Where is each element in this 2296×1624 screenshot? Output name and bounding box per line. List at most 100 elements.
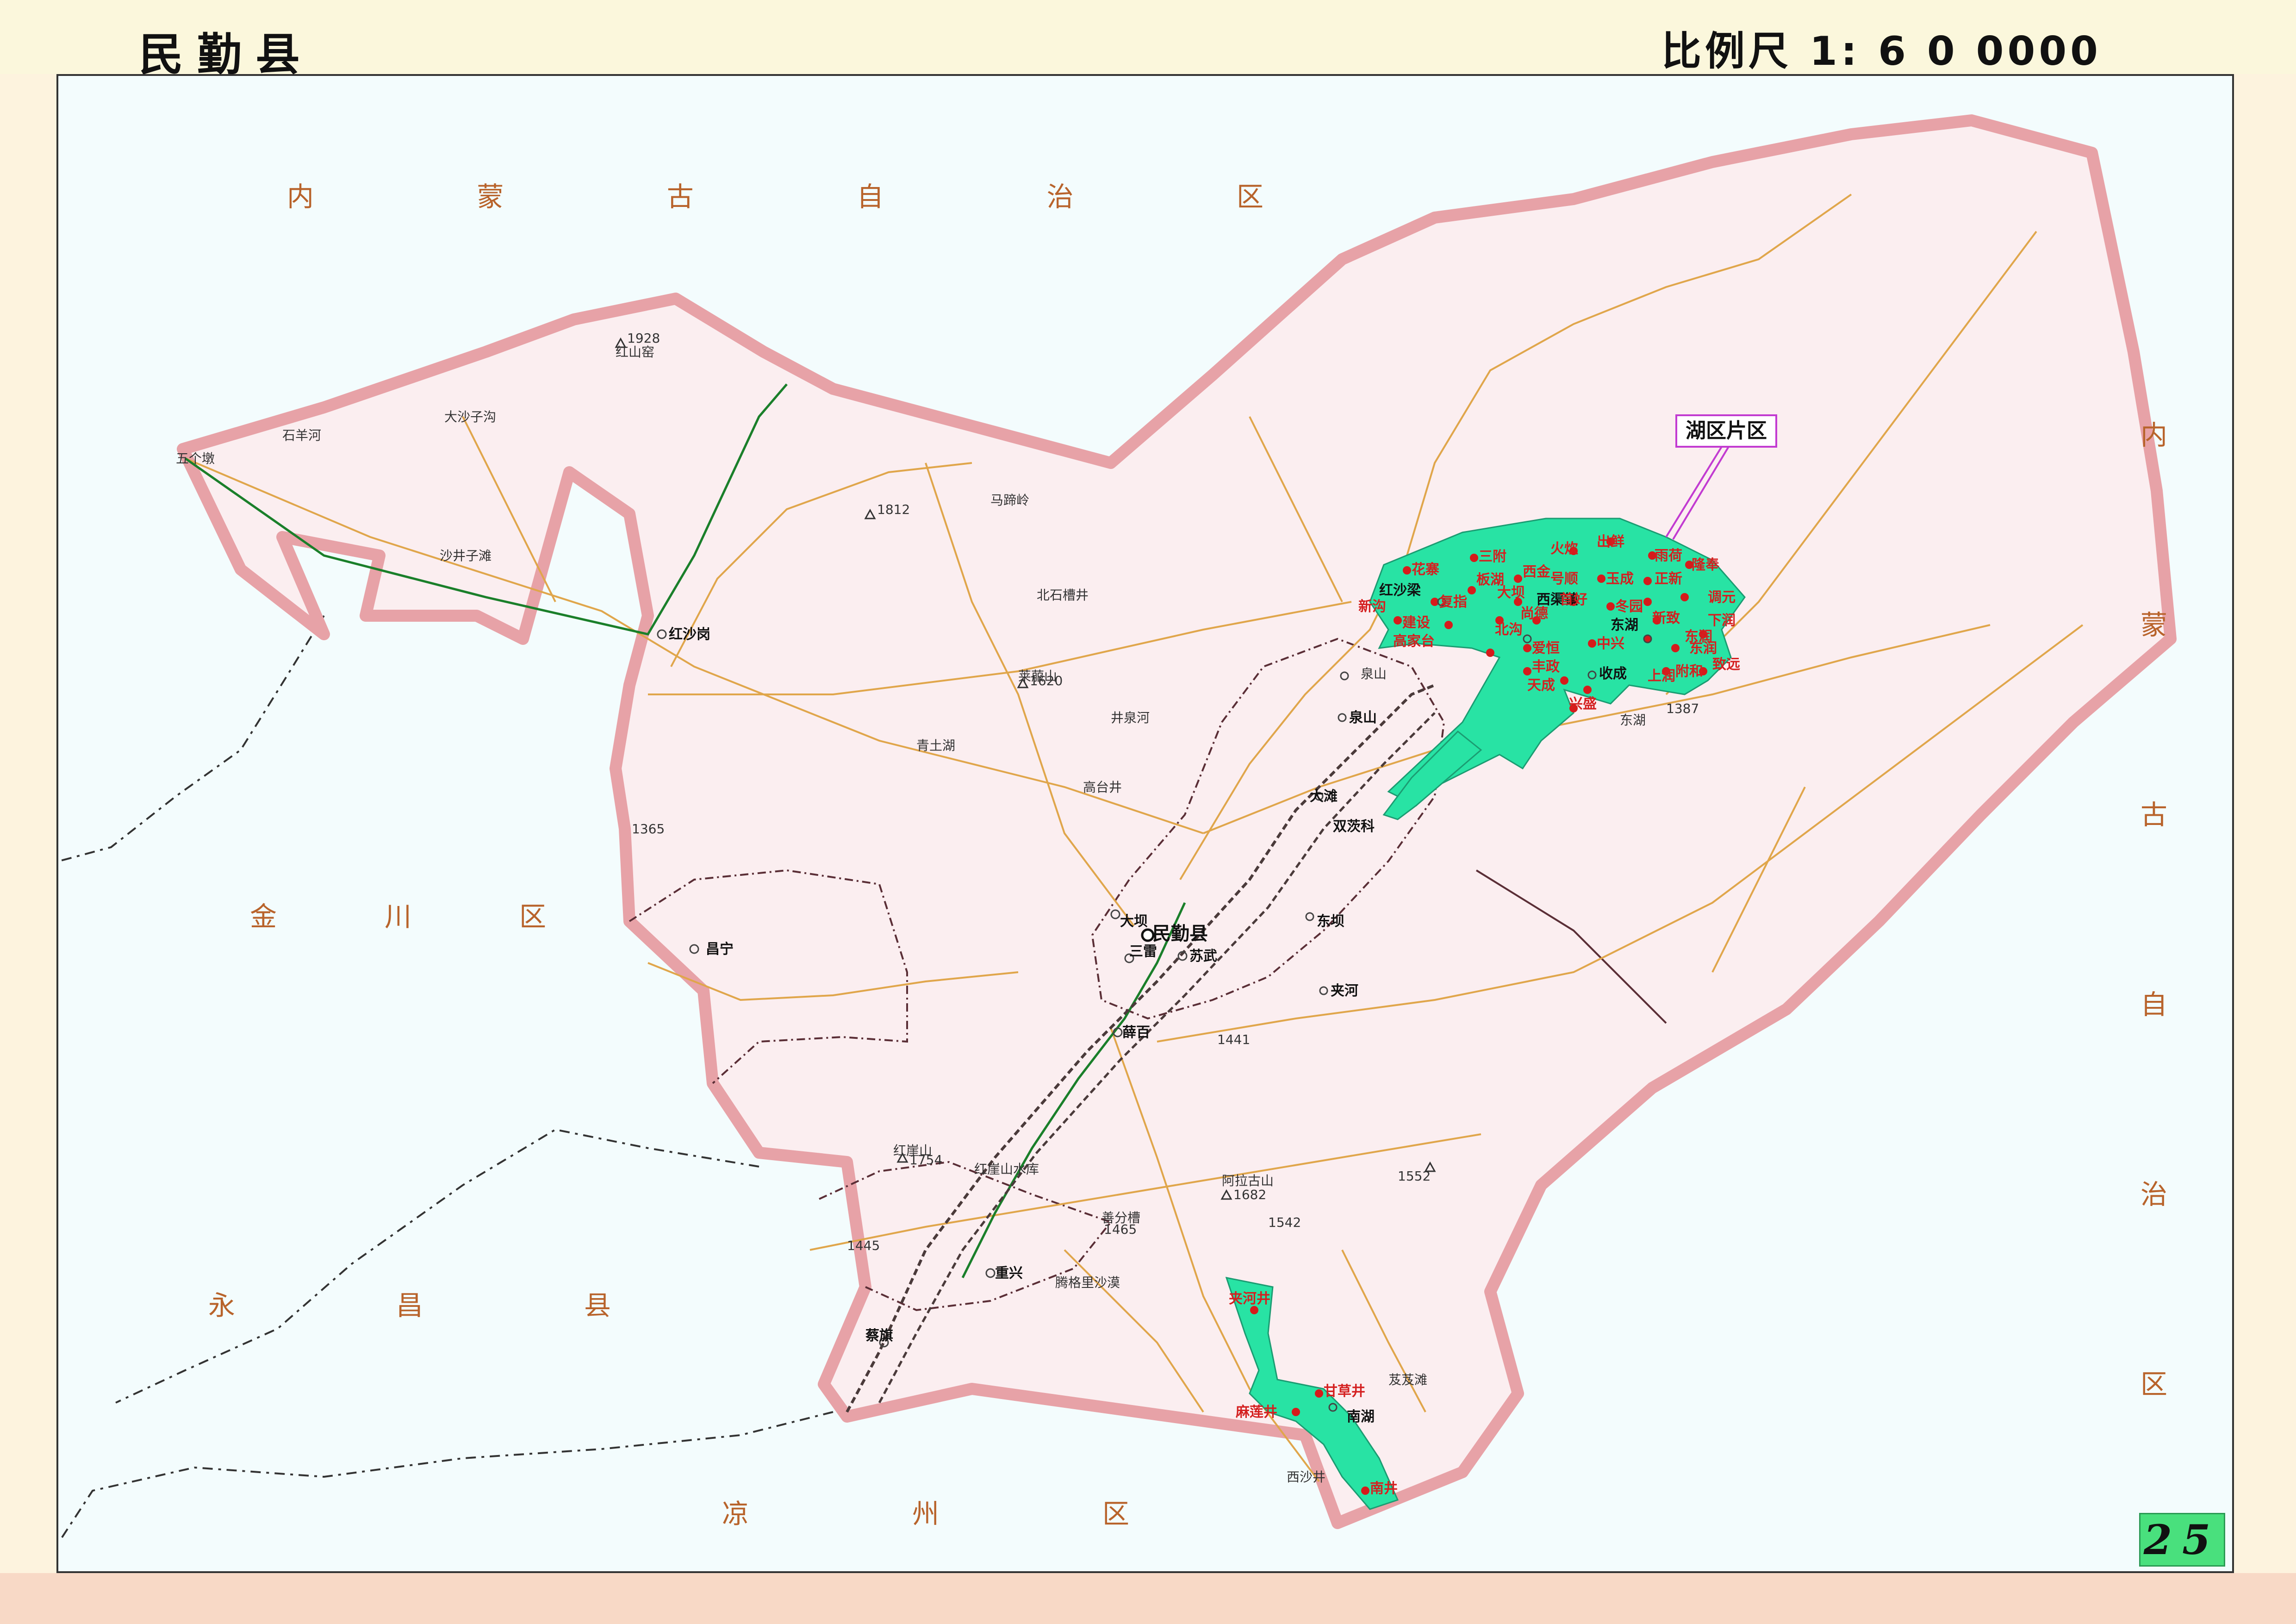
place-label: 腾格里沙漠 bbox=[1055, 1275, 1120, 1290]
page-number-badge: 25 bbox=[2139, 1513, 2225, 1567]
neighbor-label-jinchuan: 金 川 区 bbox=[250, 901, 546, 932]
place-label: 红崖山水库 bbox=[974, 1162, 1039, 1177]
place-label: 沙井子滩 bbox=[440, 548, 492, 563]
elevation-label: 1445 bbox=[847, 1238, 880, 1253]
town-label: 大坝 bbox=[1120, 913, 1148, 930]
place-label: 五个墩 bbox=[176, 451, 215, 466]
neighbor-label-liangzhou: 凉 州 区 bbox=[722, 1498, 1129, 1530]
elevation-label: 1812 bbox=[877, 502, 910, 517]
county-seat-label: 民勤县 bbox=[1152, 923, 1208, 944]
elevation-label: 1465 bbox=[1104, 1222, 1137, 1237]
place-label: 石羊河 bbox=[282, 428, 321, 443]
elevation-label: 1928 bbox=[627, 331, 660, 346]
village-label: 兴盛 bbox=[1569, 696, 1597, 712]
settlement-dot bbox=[1468, 586, 1476, 594]
village-label: 冬园 bbox=[1615, 599, 1643, 615]
village-label: 丰政 bbox=[1532, 659, 1560, 675]
place-label: 高台井 bbox=[1083, 780, 1122, 795]
neighbor-label-inner-mongolia-right: 蒙 bbox=[2140, 609, 2167, 641]
neighbor-label-inner-mongolia-right: 自 bbox=[2140, 989, 2167, 1020]
village-label: 出鲜 bbox=[1597, 534, 1624, 550]
neighbor-label-inner-mongolia-right: 治 bbox=[2140, 1179, 2167, 1210]
village-label: 东润 bbox=[1685, 629, 1712, 645]
settlement-dot bbox=[1523, 667, 1531, 675]
village-label: 高家台 bbox=[1393, 633, 1435, 650]
settlement-dot bbox=[1680, 593, 1689, 601]
settlement-dot bbox=[1560, 676, 1568, 685]
neighbor-label-inner-mongolia-right: 内 bbox=[2140, 419, 2167, 451]
place-label: 西沙井 bbox=[1287, 1469, 1325, 1485]
place-label: 大沙子沟 bbox=[444, 409, 496, 425]
town-label: 东湖 bbox=[1611, 617, 1638, 633]
town-label: 红沙梁 bbox=[1379, 582, 1421, 599]
settlement-dot bbox=[1250, 1306, 1258, 1314]
town-label: 薛百 bbox=[1122, 1024, 1150, 1041]
town-label: 泉山 bbox=[1349, 710, 1377, 726]
boundary-line-south bbox=[58, 1411, 834, 1543]
place-label: 红山窑 bbox=[616, 344, 654, 360]
settlement-dot bbox=[1597, 575, 1605, 583]
minqin-county-area bbox=[177, 114, 2177, 1529]
town-label: 南湖 bbox=[1347, 1409, 1375, 1425]
settlement-dot bbox=[1643, 598, 1652, 606]
settlement-dot bbox=[1361, 1487, 1369, 1495]
elevation-label: 1542 bbox=[1268, 1215, 1301, 1230]
town-label: 收成 bbox=[1599, 666, 1627, 682]
settlement-dot bbox=[1403, 566, 1411, 575]
town-label: 双茨科 bbox=[1333, 818, 1375, 835]
village-label: 大坝 bbox=[1497, 585, 1525, 601]
elevation-label: 1365 bbox=[632, 821, 665, 837]
county-seat-marker bbox=[1141, 928, 1155, 942]
settlement-dot bbox=[1470, 554, 1478, 562]
settlement-dot bbox=[1394, 616, 1402, 625]
village-label: 首好 bbox=[1560, 592, 1587, 608]
village-label: 三附 bbox=[1479, 549, 1506, 565]
town-label: 三雷 bbox=[1129, 943, 1157, 960]
settlement-dot bbox=[1643, 577, 1652, 585]
village-label: 西金 bbox=[1523, 564, 1551, 580]
village-label: 新致 bbox=[1652, 610, 1680, 626]
town-label: 重兴 bbox=[995, 1265, 1023, 1281]
settlement-dot bbox=[1292, 1408, 1300, 1416]
neighbor-label-inner-mongolia-top: 内 蒙 古 自 治 区 bbox=[287, 181, 1263, 212]
village-label: 致远 bbox=[1712, 656, 1740, 673]
village-label: 北沟 bbox=[1495, 622, 1523, 638]
elevation-label: 1620 bbox=[1030, 673, 1063, 688]
village-label: 火炊 bbox=[1550, 541, 1579, 557]
village-label: 下润 bbox=[1708, 612, 1736, 629]
town-label: 夹河 bbox=[1331, 983, 1358, 999]
village-label: 中兴 bbox=[1597, 636, 1624, 652]
place-label: 青土湖 bbox=[916, 738, 955, 753]
village-label: 附和 bbox=[1675, 663, 1703, 680]
boundary-line-southwest bbox=[115, 1128, 759, 1404]
village-label: 新沟 bbox=[1358, 599, 1386, 615]
elevation-label: 1552 bbox=[1398, 1168, 1431, 1184]
town-label: 东坝 bbox=[1317, 913, 1344, 930]
village-label: 南井 bbox=[1370, 1480, 1398, 1497]
elevation-label: 1754 bbox=[909, 1152, 942, 1168]
village-label: 上润 bbox=[1648, 668, 1675, 684]
elevation-label: 1682 bbox=[1233, 1187, 1266, 1202]
village-label: 调元 bbox=[1708, 589, 1736, 606]
settlement-dot bbox=[1486, 649, 1494, 657]
village-label: 尚德 bbox=[1520, 606, 1548, 622]
neighbor-label-yongchang: 永 昌 县 bbox=[208, 1290, 611, 1321]
town-label: 蔡旗 bbox=[865, 1328, 893, 1344]
village-label: 甘草井 bbox=[1324, 1383, 1365, 1399]
village-label: 天成 bbox=[1527, 677, 1555, 693]
village-label: 夹河井 bbox=[1229, 1291, 1270, 1307]
lake-district-callout: 湖区片区 bbox=[1675, 414, 1777, 448]
village-label: 正新 bbox=[1655, 571, 1682, 587]
settlement-dot bbox=[1671, 644, 1680, 652]
town-label: 红沙岗 bbox=[669, 626, 710, 643]
village-label: 爱恒 bbox=[1532, 640, 1560, 656]
village-label: 玉成 bbox=[1606, 571, 1634, 587]
settlement-dot bbox=[1588, 639, 1596, 648]
settlement-dot bbox=[1523, 644, 1531, 652]
village-label: 号顺 bbox=[1550, 571, 1578, 587]
settlement-dot bbox=[1606, 602, 1615, 611]
county-map[interactable]: 内 蒙 古 自 治 区 金 川 区 永 昌 县 凉 州 区 内 蒙 古 自 治 … bbox=[0, 0, 2296, 1624]
elevation-label: 1387 bbox=[1666, 701, 1699, 716]
elevation-label: 1441 bbox=[1217, 1032, 1250, 1047]
place-label: 东湖 bbox=[1620, 712, 1646, 728]
